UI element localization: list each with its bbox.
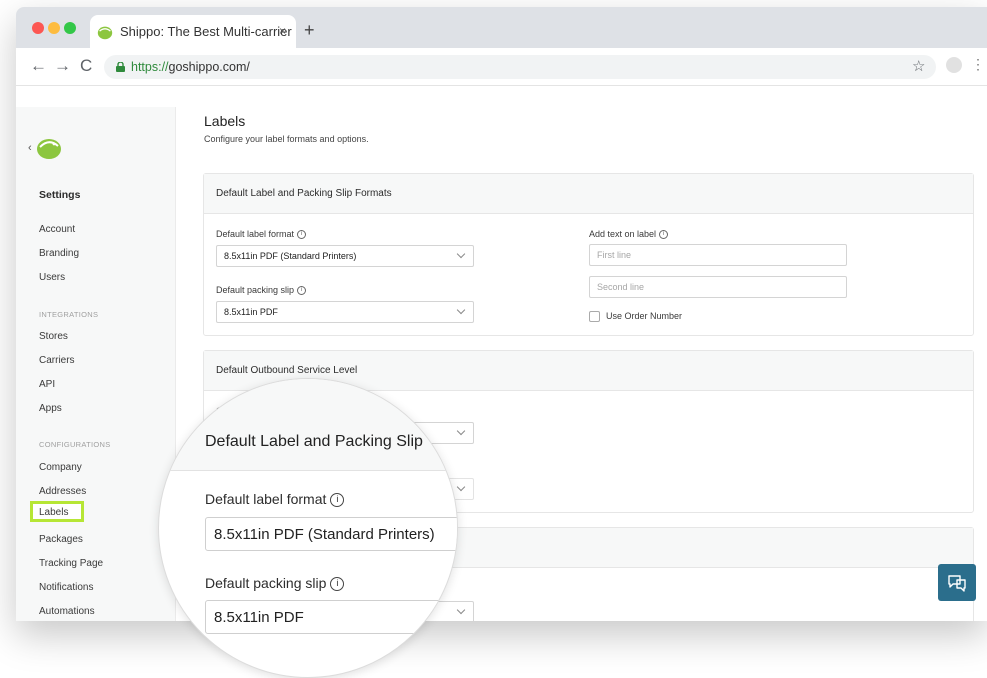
sidebar-item-automations[interactable]: Automations <box>39 606 95 617</box>
page-subtitle: Configure your label formats and options… <box>204 134 369 144</box>
forward-arrow-icon[interactable]: → <box>54 56 71 76</box>
sidebar-item-addresses[interactable]: Addresses <box>39 486 86 497</box>
packing-slip-label-text: Default packing slip <box>216 285 295 295</box>
configurations-heading: CONFIGURATIONS <box>39 440 111 449</box>
tab-close-icon[interactable]: × <box>279 24 286 38</box>
sidebar-item-users[interactable]: Users <box>39 272 65 283</box>
sidebar-item-notifications[interactable]: Notifications <box>39 582 93 593</box>
chevron-left-icon: ‹ <box>28 142 32 154</box>
packing-slip-select[interactable]: 8.5x11in PDF <box>216 301 474 323</box>
profile-avatar-icon[interactable] <box>946 57 962 73</box>
back-arrow-icon[interactable]: ← <box>30 56 47 76</box>
settings-heading: Settings <box>39 189 81 201</box>
add-text-label: Add text on label i <box>589 229 669 240</box>
packing-slip-value: 8.5x11in PDF <box>224 307 278 317</box>
browser-menu-icon[interactable]: ⋮ <box>971 56 985 73</box>
chevron-down-icon <box>456 605 466 615</box>
sidebar-item-packages[interactable]: Packages <box>39 534 83 545</box>
use-order-number-checkbox[interactable] <box>589 311 600 322</box>
label-format-value: 8.5x11in PDF (Standard Printers) <box>224 251 357 261</box>
chevron-down-icon <box>456 305 466 315</box>
chevron-down-icon <box>456 426 466 436</box>
sidebar-item-carriers[interactable]: Carriers <box>39 355 75 366</box>
url-host: goshippo.com/ <box>168 60 250 74</box>
chevron-down-icon <box>456 482 466 492</box>
info-icon[interactable]: i <box>659 230 669 240</box>
sidebar-item-labels[interactable]: Labels <box>30 501 84 522</box>
sidebar-item-api[interactable]: API <box>39 379 55 390</box>
sidebar-item-stores[interactable]: Stores <box>39 331 68 342</box>
chat-support-button[interactable] <box>938 564 976 601</box>
info-icon[interactable]: i <box>297 286 307 296</box>
sidebar-item-branding[interactable]: Branding <box>39 248 79 259</box>
label-format-select[interactable]: 8.5x11in PDF (Standard Printers) <box>216 245 474 267</box>
magnified-label-format-select: 8.5x11in PDF (Standard Printers) <box>205 517 457 551</box>
magnified-heading: Default Label and Packing Slip <box>205 433 423 450</box>
back-to-app-link[interactable]: ‹ <box>28 135 63 161</box>
sidebar-item-tracking-page[interactable]: Tracking Page <box>39 558 103 569</box>
maximize-window-button[interactable] <box>64 22 76 34</box>
magnified-packing-slip-label: Default packing slip i <box>205 575 345 592</box>
magnified-card-header: Default Label and Packing Slip <box>159 379 457 471</box>
info-icon: i <box>330 577 345 592</box>
magnified-packing-slip-text: Default packing slip <box>205 575 327 591</box>
shippo-logo-icon <box>36 139 61 159</box>
new-tab-button[interactable]: + <box>304 20 315 41</box>
use-order-number-label: Use Order Number <box>606 311 683 321</box>
tab-title: Shippo: The Best Multi-carrier <box>120 24 292 39</box>
browser-tab[interactable]: Shippo: The Best Multi-carrier × <box>90 15 296 48</box>
sidebar-item-account[interactable]: Account <box>39 224 75 235</box>
shippo-favicon-icon <box>97 26 113 39</box>
label-format-label-text: Default label format <box>216 229 295 239</box>
zoom-magnifier: Default Label and Packing Slip Default l… <box>158 378 458 678</box>
sidebar-item-labels-text: Labels <box>39 507 69 518</box>
magnified-packing-slip-select: 8.5x11in PDF <box>205 600 457 634</box>
chevron-down-icon <box>456 249 466 259</box>
packing-slip-label: Default packing slip i <box>216 285 307 296</box>
minimize-window-button[interactable] <box>48 22 60 34</box>
label-format-label: Default label format i <box>216 229 307 240</box>
chat-icon <box>948 575 966 592</box>
formats-card-heading: Default Label and Packing Slip Formats <box>204 174 973 214</box>
magnified-label-format-text: Default label format <box>205 491 327 507</box>
url-scheme: https:// <box>131 60 169 74</box>
address-bar[interactable]: https://goshippo.com/ <box>104 55 936 79</box>
info-icon: i <box>330 493 345 508</box>
first-line-input[interactable]: First line <box>589 244 847 266</box>
url-text: https://goshippo.com/ <box>131 60 250 74</box>
add-text-label-text: Add text on label <box>589 229 657 239</box>
sidebar-item-company[interactable]: Company <box>39 462 82 473</box>
info-icon[interactable]: i <box>297 230 307 240</box>
page-title: Labels <box>204 113 246 129</box>
lock-icon <box>116 62 125 72</box>
integrations-heading: INTEGRATIONS <box>39 310 99 319</box>
second-line-input[interactable]: Second line <box>589 276 847 298</box>
sidebar-item-apps[interactable]: Apps <box>39 403 62 414</box>
browser-toolbar: ← → C https://goshippo.com/ ☆ ⋮ <box>16 48 987 86</box>
bookmark-star-icon[interactable]: ☆ <box>912 57 925 75</box>
reload-icon[interactable]: C <box>80 56 92 76</box>
close-window-button[interactable] <box>32 22 44 34</box>
formats-card: Default Label and Packing Slip Formats D… <box>203 173 974 336</box>
settings-sidebar: ‹ Settings Account Branding Users INTEGR… <box>16 107 176 621</box>
magnified-label-format-label: Default label format i <box>205 491 345 508</box>
tab-strip: Shippo: The Best Multi-carrier × + <box>16 7 987 48</box>
